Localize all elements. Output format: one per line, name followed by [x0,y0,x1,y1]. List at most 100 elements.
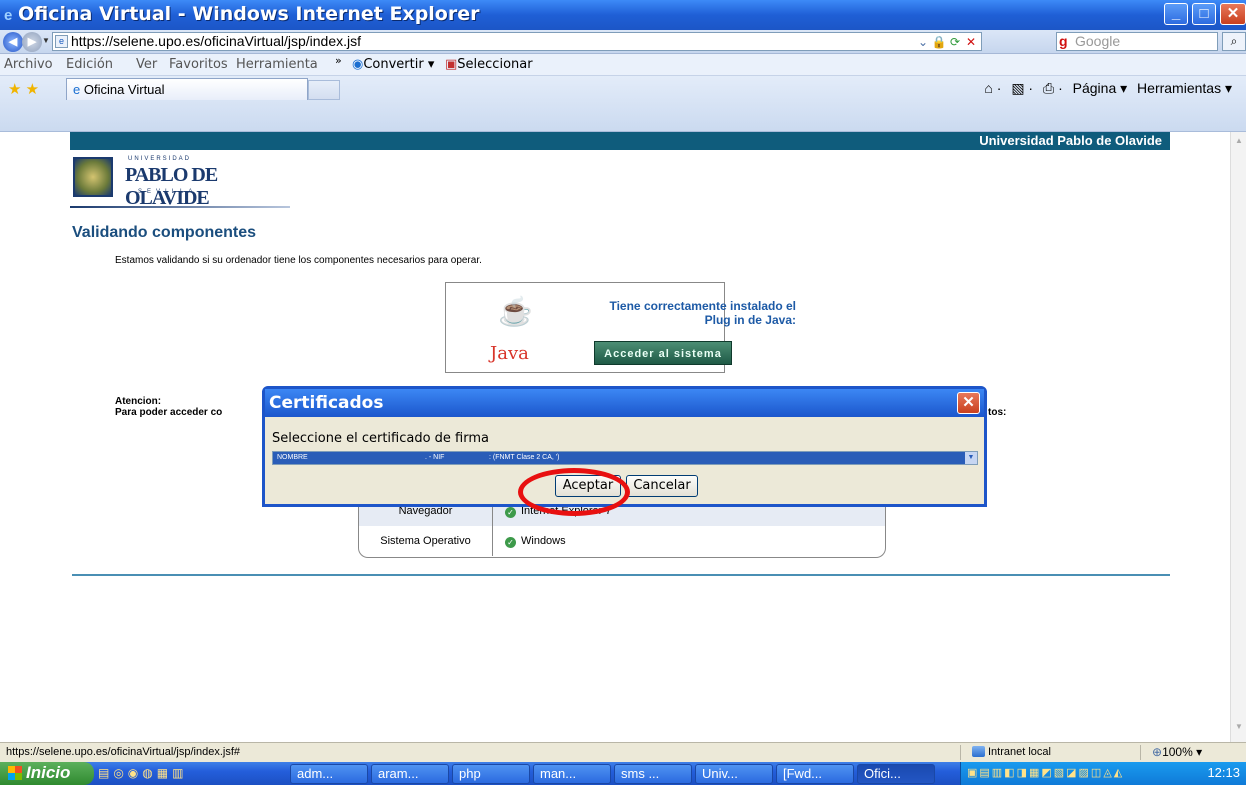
close-window-button[interactable]: ✕ [1220,3,1246,25]
logo-rule [70,206,290,208]
search-icon: ⌕ [1230,34,1238,48]
taskbar-button-php[interactable]: php [452,764,530,784]
address-url: https://selene.upo.es/oficinaVirtual/jsp… [71,33,362,49]
check-icon: ✓ [505,507,516,518]
search-input[interactable]: g Google [1056,32,1218,51]
clock: 12:13 [1207,765,1240,780]
java-message: Tiene correctamente instalado el Plug in… [609,299,796,327]
taskbar-button-fwd[interactable]: [Fwd... [776,764,854,784]
address-bar[interactable]: e https://selene.upo.es/oficinaVirtual/j… [52,32,982,51]
favorites-tab-bar: ★ ★ e Oficina Virtual ⌂ · ▧ · ⎙ · Página… [0,76,1246,132]
menu-bar: Archivo Edición Ver Favoritos Herramient… [0,54,1246,76]
feeds-icon[interactable]: ▧ · [1011,80,1033,96]
zoom-level[interactable]: ⊕100% ▾ [1152,743,1202,761]
seleccionar-button[interactable]: ▣Seleccionar [445,57,533,72]
zoom-icon: ⊕ [1152,745,1163,759]
status-separator [1140,745,1141,760]
taskbar-button-adm[interactable]: adm... [290,764,368,784]
select-icon: ▣ [445,57,458,72]
menu-edicion[interactable]: Edición [66,57,113,72]
menu-herramientas[interactable]: Herramienta [236,57,318,72]
logo-top-text: UNIVERSIDAD [128,156,192,162]
menu-ver[interactable]: Ver [136,57,157,72]
forward-button[interactable]: ▶ [22,32,42,52]
menu-archivo[interactable]: Archivo [4,57,53,72]
menu-more-chevron[interactable]: » [335,54,342,67]
window-title: Oficina Virtual - Windows Internet Explo… [18,3,480,25]
refresh-icon[interactable]: ⟳ [947,34,963,51]
search-placeholder: Google [1075,33,1121,49]
system-tray: ▣▤▥◧◨▦◩▧◪▨◫◬◭ 12:13 [960,762,1246,785]
address-tools: ⌄ 🔒 ⟳ ✕ [915,34,979,51]
taskbar-button-man[interactable]: man... [533,764,611,784]
status-url: https://selene.upo.es/oficinaVirtual/jsp… [6,746,240,758]
home-icon[interactable]: ⌂ · [984,80,1001,96]
lock-icon[interactable]: 🔒 [931,34,947,51]
certificate-select[interactable]: NOMBRE . - NIF : (FNMT Clase 2 CA, ') ▼ [272,451,978,465]
dialog-close-button[interactable]: ✕ [957,392,980,414]
ie-logo-icon: e [4,7,13,24]
taskbar-button-aram[interactable]: aram... [371,764,449,784]
dropdown-arrow-icon[interactable]: ⌄ [915,34,931,51]
tray-icons[interactable]: ▣▤▥◧◨▦◩▧◪▨◫◬◭ [967,766,1124,779]
new-tab-button[interactable] [308,80,340,100]
stop-icon[interactable]: ✕ [963,34,979,51]
university-band: Universidad Pablo de Olavide [70,132,1170,150]
taskbar-button-univ[interactable]: Univ... [695,764,773,784]
herramientas-menu[interactable]: Herramientas ▾ [1137,80,1232,96]
cancelar-button[interactable]: Cancelar [626,475,698,497]
intro-text: Estamos validando si su ordenador tiene … [115,255,482,266]
taskbar: Inicio ▤◎◉◍▦▥ adm... aram... php man... … [0,762,1246,785]
maximize-button[interactable]: □ [1192,3,1216,25]
security-zone[interactable]: Intranet local [972,743,1051,761]
atencion-tail: tos: [988,407,1007,418]
dialog-label: Seleccione el certificado de firma [272,431,489,446]
tab-oficina-virtual[interactable]: e Oficina Virtual [66,78,308,100]
status-separator [960,745,961,760]
footer-divider [72,574,1170,576]
java-cup-icon: ☕ [498,296,533,327]
favorites-star-icon[interactable]: ★ ★ [8,80,39,98]
table-row: Sistema Operativo ✓ Windows [359,526,885,556]
print-icon[interactable]: ⎙ · [1043,80,1063,96]
history-dropdown-icon[interactable]: ▼ [42,36,50,45]
start-button[interactable]: Inicio [0,762,94,785]
pagina-menu[interactable]: Página ▾ [1073,80,1128,96]
check-icon: ✓ [505,537,516,548]
google-icon: g [1059,33,1068,49]
university-seal [73,157,113,197]
close-icon: ✕ [962,394,975,411]
search-button[interactable]: ⌕ [1222,32,1246,51]
page-title: Validando componentes [72,224,257,241]
quick-launch-icons[interactable]: ▤◎◉◍▦▥ [98,766,187,780]
address-toolbar: ◀ ▶ ▼ e https://selene.upo.es/oficinaVir… [0,30,1246,54]
taskbar-button-oficina[interactable]: Ofici... [857,764,935,784]
taskbar-button-sms[interactable]: sms ... [614,764,692,784]
scroll-up-icon[interactable]: ▲ [1233,136,1245,150]
java-word: Java [490,343,529,364]
university-logo[interactable]: UNIVERSIDAD PABLO DE OLAVIDE SEVILLA [70,150,290,212]
chevron-down-icon[interactable]: ▼ [965,452,977,464]
component-label: Sistema Operativo [359,526,493,556]
window-title-bar: e Oficina Virtual - Windows Internet Exp… [0,0,1246,30]
dialog-title: Certificados [265,389,984,417]
minimize-button[interactable]: _ [1164,3,1188,25]
convertir-button[interactable]: ◉Convertir ▾ [352,57,434,72]
logo-name: PABLO DE OLAVIDE [125,164,218,209]
menu-favoritos[interactable]: Favoritos [169,57,228,72]
acceder-sistema-button[interactable]: Acceder al sistema [594,341,732,365]
intranet-icon [972,746,985,757]
command-bar: ⌂ · ▧ · ⎙ · Página ▾ Herramientas ▾ [978,80,1232,97]
windows-flag-icon [8,766,22,780]
back-button[interactable]: ◀ [3,32,23,52]
logo-city: SEVILLA [138,189,198,195]
atencion-notice: Atencion: Para poder acceder co [115,396,223,418]
highlight-circle [518,468,630,516]
status-bar: https://selene.upo.es/oficinaVirtual/jsp… [0,742,1246,762]
java-status-box: ☕ Java Tiene correctamente instalado el … [445,282,796,373]
vertical-scrollbar[interactable]: ▲ ▼ [1230,132,1246,742]
convert-icon: ◉ [352,57,364,72]
scroll-down-icon[interactable]: ▼ [1233,722,1245,736]
component-value: ✓ Windows [505,526,566,556]
ie-tab-icon: e [73,82,84,97]
